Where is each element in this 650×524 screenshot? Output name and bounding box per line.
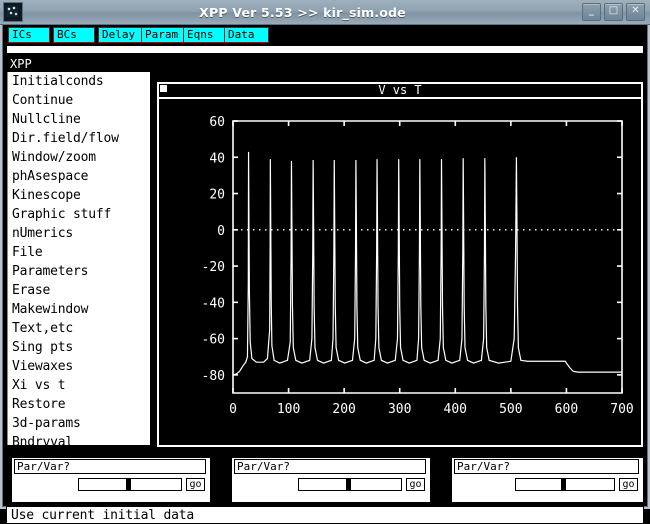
x-axis-tick-label: 100	[277, 402, 300, 417]
slider-track-2[interactable]	[298, 478, 402, 491]
maximize-button[interactable]: □	[604, 3, 623, 21]
plot-canvas[interactable]: 0 100 200 300 400 500 600 7006040200-20-40-60-8…	[159, 99, 641, 445]
x-axis-tick-label: 500	[499, 402, 522, 417]
slider-thumb-3[interactable]	[561, 479, 566, 490]
sidebar-item-parameters[interactable]: Parameters	[8, 262, 150, 281]
menu-button-ics[interactable]: ICs	[8, 27, 50, 43]
window-title: XPP Ver 5.53 >> kir_sim.ode	[199, 4, 406, 20]
slider-go-button-1[interactable]: go	[186, 478, 205, 491]
plot-window[interactable]: V vs T 0 100 200 300 400 500 600 700 60 40 20 0 -20-…	[157, 82, 643, 447]
slider-thumb-2[interactable]	[346, 479, 351, 490]
slider-panel-2: Par/Var? go	[231, 457, 431, 503]
close-button[interactable]: ✕	[626, 3, 645, 21]
plot-title: V vs T	[159, 84, 641, 99]
sidebar-item-initialconds[interactable]: Initialconds	[8, 72, 150, 91]
sidebar-item-3d-params[interactable]: 3d-params	[8, 414, 150, 433]
menu-underbar	[6, 45, 644, 54]
menu-button-eqns[interactable]: Eqns	[183, 27, 228, 43]
sidebar-title: XPP	[10, 57, 32, 71]
slider-thumb-1[interactable]	[126, 479, 131, 490]
sidebar-item-continue[interactable]: Continue	[8, 91, 150, 110]
sidebar-item-kinescope[interactable]: Kinescope	[8, 186, 150, 205]
x-axis-tick-label: 0	[229, 402, 237, 417]
slider-parvar-input-3[interactable]: Par/Var?	[454, 459, 639, 474]
sidebar-item-bndryval[interactable]: Bndryval	[8, 433, 150, 452]
sidebar-item-text-etc[interactable]: Text,etc	[8, 319, 150, 338]
command-sidebar: XPP Initialconds Continue Nullcline Dir.fie…	[6, 56, 151, 450]
slider-go-button-3[interactable]: go	[619, 478, 638, 491]
menu-button-data[interactable]: Data	[224, 27, 269, 43]
sidebar-item-dir-field-flow[interactable]: Dir.field/flow	[8, 129, 150, 148]
menu-button-bcs[interactable]: BCs	[53, 27, 95, 43]
sidebar-item-file[interactable]: File	[8, 243, 150, 262]
sidebar-item-list: Initialconds Continue Nullcline Dir.field/f…	[7, 72, 150, 450]
voltage-trace	[232, 151, 622, 376]
y-axis-tick-label: 20	[209, 188, 225, 203]
menu-button-delay[interactable]: Delay	[98, 27, 146, 43]
client-area: ICs BCs Delay Param Eqns Data XPP Initialcond…	[2, 24, 648, 524]
slider-parvar-input-1[interactable]: Par/Var?	[14, 459, 206, 474]
window-controls: _ □ ✕	[582, 3, 645, 21]
sidebar-item-numerics[interactable]: nUmerics	[8, 224, 150, 243]
menu-bar: ICs BCs Delay Param Eqns Data	[5, 27, 645, 43]
y-axis-tick-label: -20	[202, 260, 225, 275]
x-axis-tick-label: 200	[332, 402, 355, 417]
y-axis-tick-label: 40	[209, 151, 225, 166]
sidebar-item-phasespace[interactable]: phAsespace	[8, 167, 150, 186]
slider-parvar-input-2[interactable]: Par/Var?	[234, 459, 426, 474]
window-titlebar: XPP Ver 5.53 >> kir_sim.ode _ □ ✕	[0, 0, 650, 25]
sidebar-item-window-zoom[interactable]: Window/zoom	[8, 148, 150, 167]
slider-track-3[interactable]	[515, 478, 615, 491]
sidebar-item-erase[interactable]: Erase	[8, 281, 150, 300]
slider-panel-3: Par/Var? go	[451, 457, 644, 503]
slider-track-1[interactable]	[78, 478, 182, 491]
sidebar-item-graphic-stuff[interactable]: Graphic stuff	[8, 205, 150, 224]
sidebar-item-restore[interactable]: Restore	[8, 395, 150, 414]
slider-panel-1: Par/Var? go	[11, 457, 211, 503]
sidebar-item-makewindow[interactable]: Makewindow	[8, 300, 150, 319]
sidebar-item-xi-vs-t[interactable]: Xi vs t	[8, 376, 150, 395]
y-axis-tick-label: -80	[202, 369, 225, 384]
y-axis-tick-label: 0	[217, 224, 225, 239]
sidebar-item-nullcline[interactable]: Nullcline	[8, 110, 150, 129]
sidebar-item-viewaxes[interactable]: Viewaxes	[8, 357, 150, 376]
y-axis-tick-label: 60	[209, 115, 225, 130]
xpp-app-icon	[3, 2, 23, 22]
x-axis-tick-label: 400	[444, 402, 467, 417]
x-axis-tick-label: 300	[388, 402, 411, 417]
x-axis-tick-label: 600	[555, 402, 578, 417]
y-axis-tick-label: -40	[202, 296, 225, 311]
sidebar-item-sing-pts[interactable]: Sing pts	[8, 338, 150, 357]
xpp-main-window: XPP Ver 5.53 >> kir_sim.ode _ □ ✕ ICs BCs…	[0, 0, 650, 524]
slider-go-button-2[interactable]: go	[406, 478, 425, 491]
y-axis-tick-label: -60	[202, 333, 225, 348]
x-axis-tick-label: 700	[610, 402, 633, 417]
minimize-button[interactable]: _	[582, 3, 601, 21]
